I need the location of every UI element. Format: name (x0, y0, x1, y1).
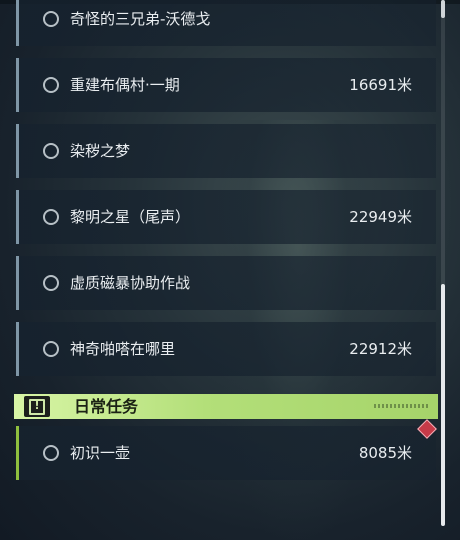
quest-row[interactable]: 神奇啪嗒在哪里 22912米 (16, 322, 436, 376)
quest-list: 奇怪的三兄弟-沃德戈 重建布偶村·一期 16691米 染秽之梦 黎明之星（尾声）… (0, 0, 460, 540)
alert-box-icon: ! (24, 396, 50, 417)
circle-status-icon (43, 77, 59, 93)
quest-name: 黎明之星（尾声） (70, 208, 191, 226)
quest-row[interactable]: 虚质磁暴协助作战 (16, 256, 436, 310)
daily-quests-header: ! 日常任务 (14, 394, 438, 419)
quest-row[interactable]: 黎明之星（尾声） 22949米 (16, 190, 436, 244)
circle-status-icon (43, 275, 59, 291)
section-decoration (374, 404, 430, 408)
quest-row[interactable]: 奇怪的三兄弟-沃德戈 (16, 0, 436, 46)
quest-name: 初识一壶 (70, 444, 131, 462)
quest-name: 染秽之梦 (70, 142, 131, 160)
quest-name: 虚质磁暴协助作战 (70, 274, 191, 292)
circle-status-icon (43, 445, 59, 461)
daily-quest-row[interactable]: 初识一壶 8085米 (16, 426, 436, 480)
quest-row[interactable]: 染秽之梦 (16, 124, 436, 178)
quest-name: 重建布偶村·一期 (70, 76, 180, 94)
quest-row[interactable]: 重建布偶村·一期 16691米 (16, 58, 436, 112)
circle-status-icon (43, 341, 59, 357)
section-title: 日常任务 (74, 397, 139, 416)
circle-status-icon (43, 143, 59, 159)
quest-distance: 22949米 (349, 208, 412, 226)
quest-distance: 22912米 (349, 340, 412, 358)
quest-name: 奇怪的三兄弟-沃德戈 (70, 10, 211, 28)
scrollbar-thumb[interactable] (441, 284, 445, 526)
quest-distance: 16691米 (349, 76, 412, 94)
quest-name: 神奇啪嗒在哪里 (70, 340, 176, 358)
quest-distance: 8085米 (358, 444, 412, 462)
scrollbar-cap (441, 0, 445, 18)
alert-box-glyph: ! (34, 399, 40, 412)
circle-status-icon (43, 11, 59, 27)
circle-status-icon (43, 209, 59, 225)
